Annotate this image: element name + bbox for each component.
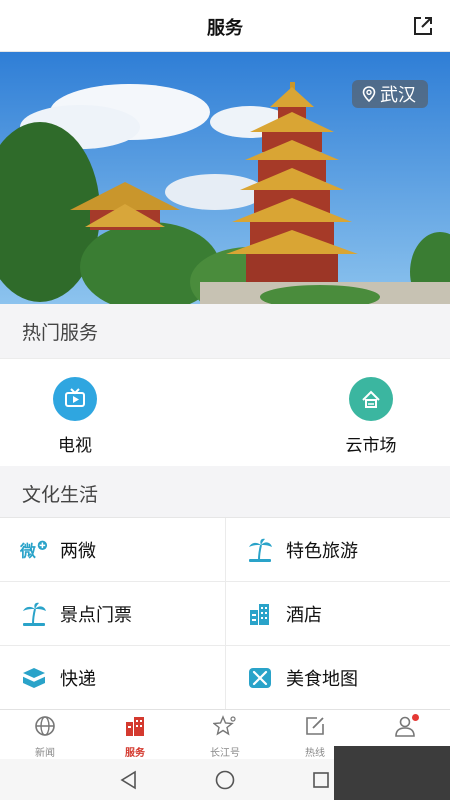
- hot-services-panel: 电视 云市场: [0, 358, 450, 466]
- location-label: 武汉: [380, 85, 416, 106]
- hot-service-tv[interactable]: 电视: [25, 377, 125, 456]
- hotel-building-icon: [246, 600, 274, 628]
- express-box-icon: [20, 664, 48, 692]
- buildings-icon: [126, 717, 144, 736]
- culture-item-label: 快递: [60, 668, 96, 690]
- weibo-wechat-icon: 微: [20, 536, 48, 564]
- culture-item-hotel[interactable]: 酒店: [225, 582, 450, 646]
- hot-services-header: 热门服务: [0, 304, 450, 358]
- page-title: 服务: [207, 18, 243, 39]
- culture-header: 文化生活: [0, 466, 450, 517]
- tv-icon: [53, 377, 97, 421]
- culture-item-label: 两微: [60, 540, 96, 562]
- share-external-icon[interactable]: [412, 15, 434, 37]
- home-circle-icon[interactable]: [214, 769, 236, 791]
- culture-grid: 微 两微 特色旅游 景点门票 酒店 快递 美食地图: [0, 517, 450, 710]
- back-triangle-icon[interactable]: [118, 769, 140, 791]
- culture-item-tickets[interactable]: 景点门票: [0, 582, 225, 646]
- hot-service-label: 电视: [58, 436, 92, 456]
- top-bar: 服务: [0, 0, 450, 52]
- culture-item-express[interactable]: 快递: [0, 646, 225, 710]
- culture-item-food-map[interactable]: 美食地图: [225, 646, 450, 710]
- svg-text:微: 微: [20, 541, 36, 560]
- tab-news[interactable]: 新闻: [0, 714, 90, 759]
- notification-dot: [412, 714, 419, 721]
- edit-icon: [306, 717, 324, 735]
- culture-item-label: 景点门票: [60, 604, 132, 626]
- tab-changjiang[interactable]: 长江号: [180, 714, 270, 759]
- palm-tree-icon: [20, 600, 48, 628]
- culture-item-travel[interactable]: 特色旅游: [225, 518, 450, 582]
- city-banner[interactable]: 武汉: [0, 52, 450, 304]
- tab-label: 新闻: [35, 748, 55, 759]
- food-map-icon: [246, 664, 274, 692]
- palm-tree-icon: [246, 536, 274, 564]
- corner-overlay: [334, 746, 450, 800]
- globe-icon: [35, 716, 55, 736]
- tab-services[interactable]: 服务: [90, 714, 180, 759]
- culture-item-label: 美食地图: [286, 668, 358, 690]
- location-pin-icon: [362, 86, 376, 102]
- hot-services-title: 热门服务: [22, 322, 99, 344]
- tab-label: 长江号: [210, 748, 240, 759]
- culture-item-label: 特色旅游: [286, 540, 358, 562]
- tab-profile[interactable]: [360, 714, 450, 744]
- tab-label: 服务: [125, 748, 145, 759]
- location-badge[interactable]: 武汉: [352, 80, 428, 108]
- recents-square-icon[interactable]: [310, 769, 332, 791]
- star-icon: [212, 715, 236, 736]
- culture-title: 文化生活: [22, 484, 99, 506]
- culture-item-liangwei[interactable]: 微 两微: [0, 518, 225, 582]
- hot-service-label: 云市场: [345, 436, 397, 456]
- culture-item-label: 酒店: [286, 604, 322, 626]
- hot-service-cloud-market[interactable]: 云市场: [321, 377, 421, 456]
- cloud-market-icon: [349, 377, 393, 421]
